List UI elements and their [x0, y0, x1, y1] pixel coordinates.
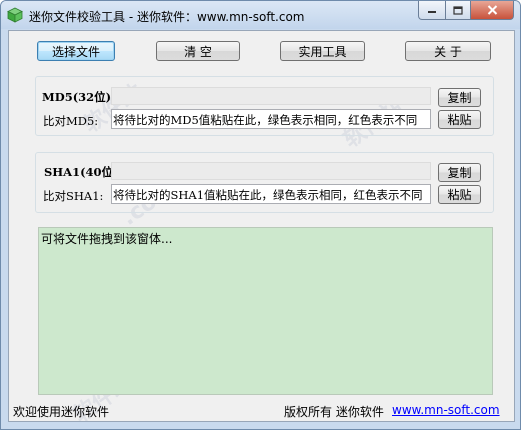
sha1-paste-button[interactable]: 粘贴 — [438, 185, 481, 204]
close-button[interactable] — [471, 1, 514, 20]
window-controls — [418, 1, 514, 21]
client-area: 软件站 软件站 .com 软件站 选择文件 清 空 实用工具 关 于 MD5(3… — [8, 30, 515, 428]
clear-button[interactable]: 清 空 — [156, 41, 240, 61]
md5-output-field[interactable] — [111, 87, 431, 105]
title-bar[interactable]: 迷你文件校验工具 - 迷你软件：www.mn-soft.com — [1, 1, 520, 29]
about-button[interactable]: 关 于 — [405, 41, 491, 61]
copyright-text: 版权所有 迷你软件 — [284, 405, 384, 419]
maximize-icon — [453, 5, 463, 15]
sha1-output-field[interactable] — [111, 162, 431, 180]
md5-label: MD5(32位): — [42, 90, 116, 104]
drop-zone-hint: 可将文件拖拽到该窗体... — [41, 232, 173, 246]
sha1-copy-button[interactable]: 复制 — [438, 163, 481, 182]
sha1-compare-input[interactable]: 将待比对的SHA1值粘贴在此，绿色表示相同，红色表示不同 — [111, 184, 431, 204]
welcome-text: 欢迎使用迷你软件 — [13, 405, 110, 419]
status-bar: 欢迎使用迷你软件 版权所有 迷你软件 www.mn-soft.com — [9, 399, 514, 421]
md5-paste-button[interactable]: 粘贴 — [438, 110, 481, 129]
file-drop-zone[interactable]: 可将文件拖拽到该窗体... — [38, 227, 493, 395]
tools-button[interactable]: 实用工具 — [280, 41, 365, 61]
sha1-compare-label: 比对SHA1: — [43, 189, 104, 203]
select-file-button[interactable]: 选择文件 — [37, 41, 115, 61]
window-title: 迷你文件校验工具 - 迷你软件：www.mn-soft.com — [29, 10, 305, 24]
app-window: 迷你文件校验工具 - 迷你软件：www.mn-soft.com 软件站 软件站 … — [0, 0, 521, 430]
md5-compare-input[interactable]: 将待比对的MD5值粘贴在此，绿色表示相同，红色表示不同 — [111, 109, 431, 129]
close-icon — [487, 5, 497, 15]
website-link[interactable]: www.mn-soft.com — [392, 403, 500, 417]
md5-compare-label: 比对MD5: — [43, 114, 99, 128]
minimize-icon — [428, 11, 436, 13]
md5-copy-button[interactable]: 复制 — [438, 88, 481, 107]
cube-icon — [7, 7, 23, 23]
maximize-button[interactable] — [446, 1, 471, 20]
minimize-button[interactable] — [418, 1, 446, 20]
